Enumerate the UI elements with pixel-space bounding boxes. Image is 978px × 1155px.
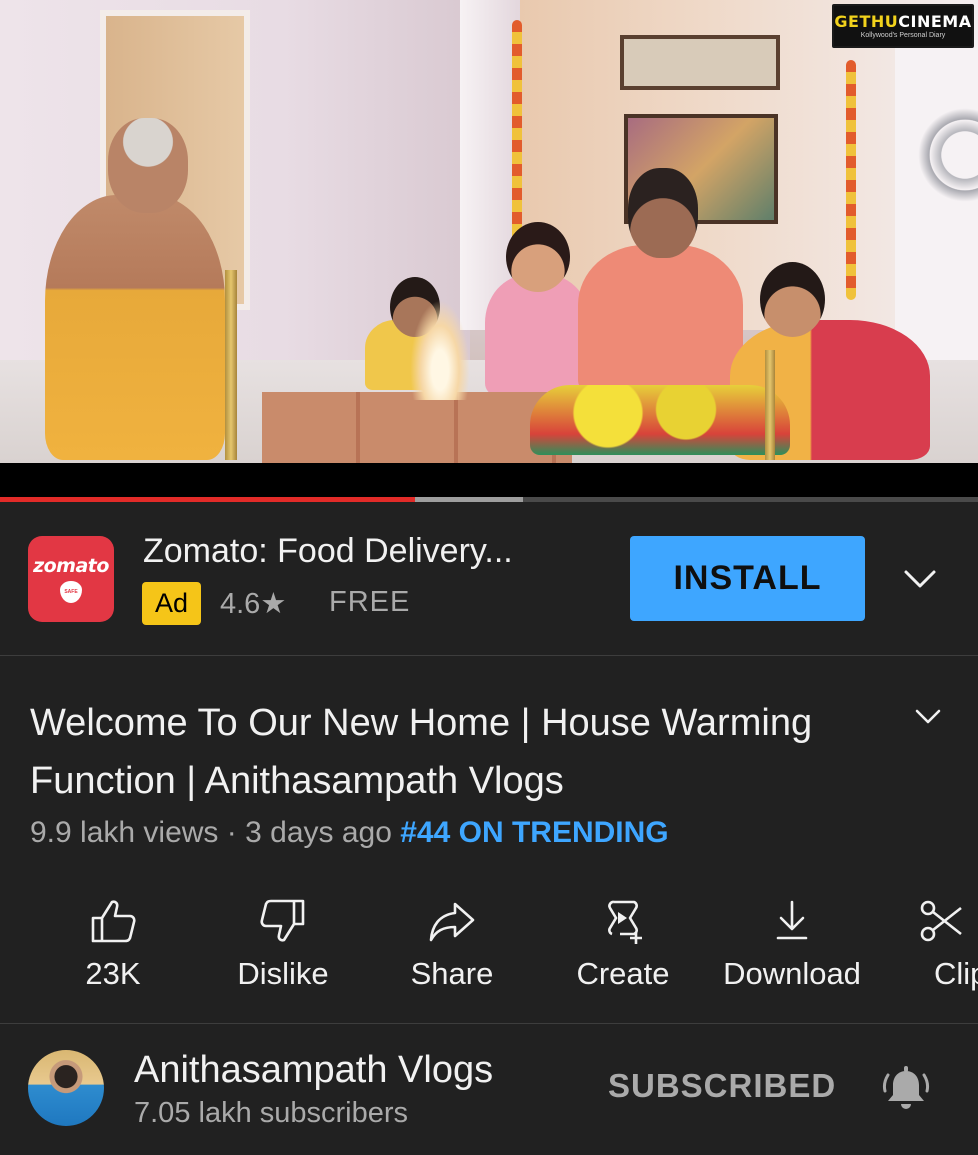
channel-name[interactable]: Anithasampath Vlogs <box>134 1049 493 1092</box>
video-frame-garland <box>512 20 522 260</box>
view-count: 9.9 lakh views <box>30 816 219 849</box>
like-button[interactable]: 23K <box>28 890 198 1010</box>
video-frame-flowers <box>530 385 790 455</box>
player-letterbox <box>0 463 978 500</box>
video-frame-lamp <box>225 270 237 460</box>
video-frame-man-head <box>628 168 698 258</box>
video-title[interactable]: Welcome To Our New Home | House Warming … <box>30 694 890 810</box>
dislike-button[interactable]: Dislike <box>198 890 368 1010</box>
bell-icon[interactable] <box>880 1063 932 1115</box>
download-label: Download <box>723 956 861 991</box>
trending-badge[interactable]: #44 ON TRENDING <box>400 816 668 849</box>
watermark-brand-part1: GETHU <box>834 11 899 31</box>
upload-age: 3 days ago <box>245 816 392 849</box>
action-bar: 23K Dislike Share Create Download Cli <box>0 890 978 1024</box>
watermark-tagline: Kollywood's Personal Diary <box>860 31 946 39</box>
video-frame-woman <box>485 275 590 395</box>
ad-rating: 4.6★ <box>220 588 287 620</box>
chevron-down-icon[interactable] <box>900 564 940 594</box>
chevron-down-icon[interactable] <box>912 704 944 730</box>
subscriber-count: 7.05 lakh subscribers <box>134 1097 409 1129</box>
ad-price: FREE <box>329 586 411 618</box>
video-frame-garland <box>846 60 856 300</box>
dislike-label: Dislike <box>237 956 329 991</box>
install-button[interactable]: INSTALL <box>630 536 865 621</box>
video-frame-fire-altar <box>262 392 572 463</box>
zomato-app-icon[interactable]: zomato SAFE <box>28 536 114 622</box>
video-frame-woman-head <box>506 222 570 292</box>
share-button[interactable]: Share <box>367 890 537 1010</box>
scissors-icon <box>920 900 962 942</box>
video-player[interactable]: GETHUCINEMA Kollywood's Personal Diary <box>0 0 978 463</box>
share-icon <box>429 902 475 942</box>
clip-button[interactable]: Clip <box>876 890 978 1010</box>
like-count: 23K <box>85 956 141 991</box>
thumbs-up-icon <box>91 900 136 943</box>
app-logo-text: zomato <box>33 555 109 577</box>
video-frame-picture-small <box>620 35 780 90</box>
video-meta[interactable]: 9.9 lakh views · 3 days ago #44 ON TREND… <box>30 816 669 850</box>
channel-watermark-logo: GETHUCINEMA Kollywood's Personal Diary <box>832 4 974 48</box>
safe-badge-icon: SAFE <box>60 581 82 603</box>
video-frame-priest-head <box>108 118 188 213</box>
download-icon <box>776 900 808 940</box>
create-button[interactable]: Create <box>538 890 708 1010</box>
promoted-app-ad[interactable]: zomato SAFE Zomato: Food Delivery... Ad … <box>0 502 978 656</box>
thumbs-down-icon <box>260 899 305 942</box>
video-frame-priest <box>45 195 225 460</box>
subscribed-button[interactable]: SUBSCRIBED <box>608 1067 836 1105</box>
watermark-brand-part2: CINEMA <box>898 11 972 31</box>
create-label: Create <box>576 956 670 991</box>
video-frame-fire <box>410 300 470 400</box>
meta-separator: · <box>218 816 246 849</box>
ad-title[interactable]: Zomato: Food Delivery... <box>143 532 513 571</box>
video-frame-girl-head <box>760 262 825 337</box>
channel-row[interactable]: Anithasampath Vlogs 7.05 lakh subscriber… <box>0 1025 978 1155</box>
ad-badge: Ad <box>142 582 201 625</box>
channel-avatar[interactable] <box>28 1050 104 1126</box>
clip-label: Clip <box>934 956 978 991</box>
create-icon <box>608 900 642 944</box>
app-screen: GETHUCINEMA Kollywood's Personal Diary z… <box>0 0 978 1155</box>
share-label: Share <box>410 956 494 991</box>
video-frame-man <box>578 245 743 395</box>
video-frame-lamp <box>765 350 775 460</box>
download-button[interactable]: Download <box>707 890 877 1010</box>
